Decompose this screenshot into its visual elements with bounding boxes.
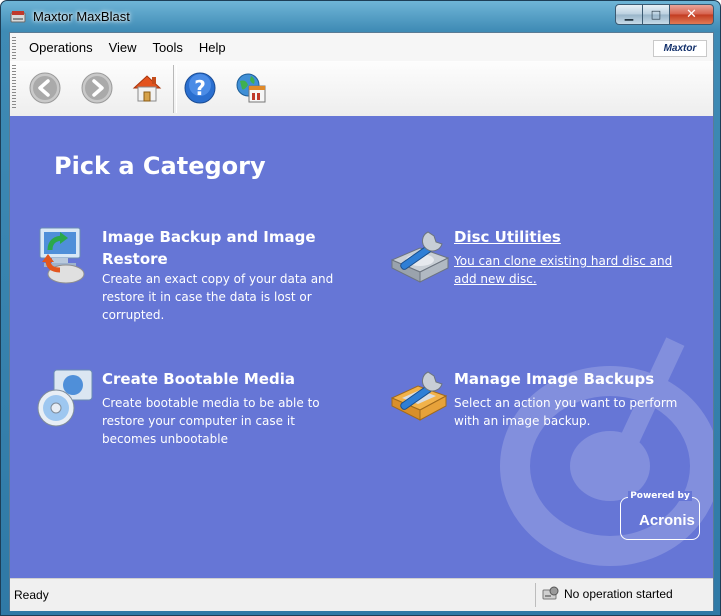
page-title: Pick a Category	[54, 152, 266, 180]
toolbar: ?	[10, 61, 713, 117]
category-bootable-media[interactable]: Create Bootable Media Create bootable me…	[36, 368, 336, 458]
category-panel: Pick a Category Image Backup and Image R…	[10, 116, 713, 578]
client-area: Operations View Tools Help Maxtor ? Pick…	[9, 32, 714, 611]
home-icon[interactable]	[130, 71, 164, 105]
forward-icon[interactable]	[80, 71, 114, 105]
minimize-button[interactable]: ▁	[615, 4, 643, 25]
window-controls: ▁ □ ✕	[615, 4, 714, 25]
window-title: Maxtor MaxBlast	[33, 9, 130, 24]
menu-grip[interactable]	[12, 37, 16, 59]
status-text: Ready	[14, 588, 49, 602]
back-icon[interactable]	[28, 71, 62, 105]
svg-text:?: ?	[194, 76, 206, 100]
toolbar-grip[interactable]	[12, 65, 16, 109]
close-icon: ✕	[686, 7, 697, 22]
minimize-icon: ▁	[624, 8, 634, 21]
status-separator	[535, 583, 536, 607]
app-icon[interactable]	[10, 9, 26, 25]
operation-status-text: No operation started	[564, 587, 673, 601]
operation-status-icon	[542, 586, 559, 600]
powered-by-label: Powered by	[628, 491, 692, 501]
category-title[interactable]: Image Backup and Image Restore	[102, 226, 342, 270]
powered-by-acronis-logo: Powered by Acronis	[620, 491, 700, 540]
title-bar[interactable]: Maxtor MaxBlast ▁ □ ✕	[1, 1, 720, 32]
category-disc-utilities[interactable]: Disc Utilities You can clone existing ha…	[388, 226, 688, 306]
acronis-label: Acronis	[639, 512, 695, 529]
category-image-backup[interactable]: Image Backup and Image Restore Create an…	[36, 226, 336, 326]
category-description: Select an action you want to perform wit…	[454, 396, 678, 428]
category-manage-backups[interactable]: Manage Image Backups Select an action yo…	[388, 368, 688, 448]
menu-bar: Operations View Tools Help Maxtor	[10, 33, 713, 61]
close-button[interactable]: ✕	[670, 4, 714, 25]
web-icon[interactable]	[234, 71, 268, 105]
toolbar-separator	[173, 65, 177, 113]
bootable-media-icon	[37, 369, 93, 427]
category-description-link[interactable]: You can clone existing hard disc and add…	[454, 252, 694, 288]
status-bar: Ready No operation started	[10, 578, 713, 611]
menu-tools[interactable]: Tools	[153, 40, 183, 55]
help-icon[interactable]: ?	[183, 71, 217, 105]
maxtor-logo: Maxtor	[653, 40, 707, 57]
category-description: Create an exact copy of your data and re…	[102, 272, 334, 322]
maximize-icon: □	[650, 8, 662, 21]
category-description: Create bootable media to be able to rest…	[102, 396, 320, 446]
menu-help[interactable]: Help	[199, 40, 226, 55]
menu-view[interactable]: View	[109, 40, 137, 55]
maximize-button[interactable]: □	[643, 4, 670, 25]
backup-restore-icon	[39, 227, 85, 284]
menu-operations[interactable]: Operations	[29, 40, 93, 55]
manage-backups-icon	[390, 371, 448, 421]
category-title-link[interactable]: Disc Utilities	[454, 226, 694, 248]
app-window: Maxtor MaxBlast ▁ □ ✕ Operations View To…	[0, 0, 721, 616]
category-title[interactable]: Create Bootable Media	[102, 368, 342, 390]
category-title[interactable]: Manage Image Backups	[454, 368, 694, 390]
disc-utilities-icon	[390, 231, 450, 283]
